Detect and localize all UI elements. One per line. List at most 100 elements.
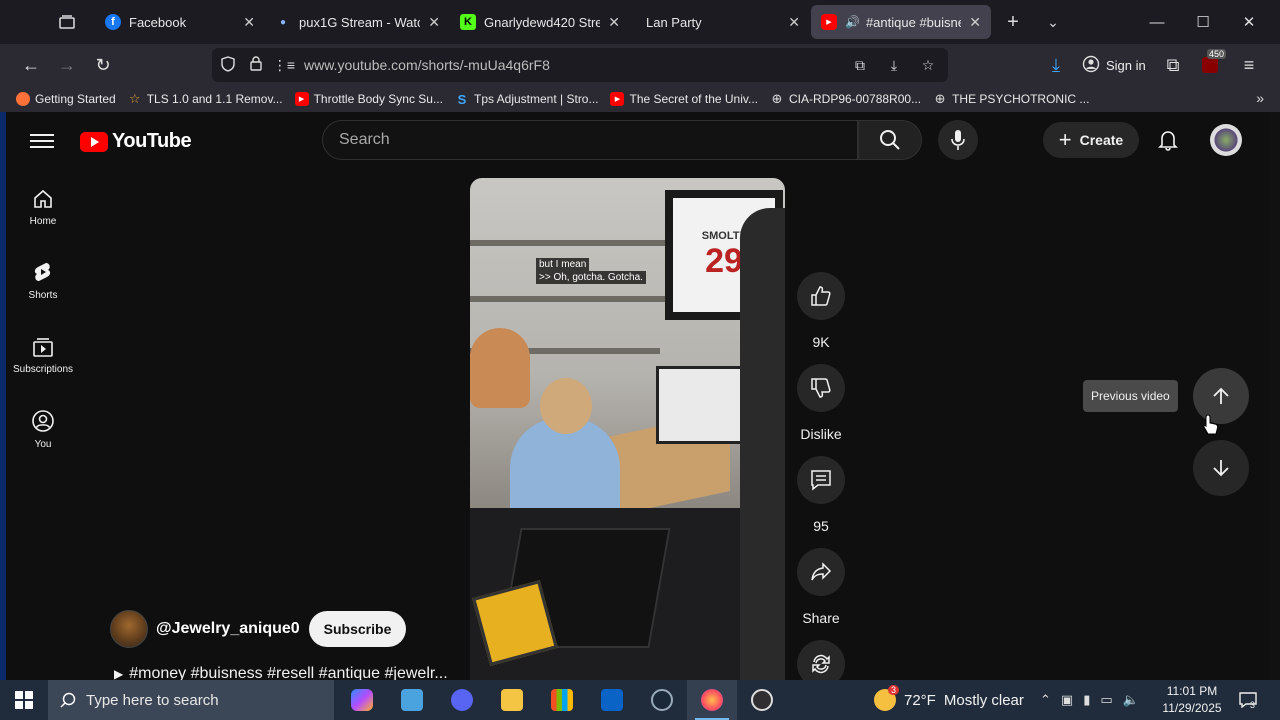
bookmark-star-icon[interactable]: ☆: [914, 57, 942, 74]
share-button[interactable]: [797, 548, 845, 596]
discord-app[interactable]: [437, 680, 487, 720]
youtube-play-icon: [80, 131, 108, 152]
microsoft-store-app[interactable]: [537, 680, 587, 720]
bookmark-label: Tps Adjustment | Stro...: [473, 92, 599, 106]
bookmark-psychotronic[interactable]: ⊕ THE PSYCHOTRONIC ...: [933, 91, 1090, 106]
bookmark-throttle-body[interactable]: ▶ Throttle Body Sync Su...: [294, 92, 443, 106]
save-to-pocket-icon[interactable]: ⤓: [880, 57, 908, 74]
sidebar-item-shorts[interactable]: Shorts: [0, 244, 86, 318]
taskbar-search-input[interactable]: Type here to search: [48, 680, 334, 720]
bookmark-cia-rdp[interactable]: ⊕ CIA-RDP96-00788R00...: [770, 91, 922, 106]
network-icon[interactable]: ▭: [1100, 692, 1112, 708]
search-input[interactable]: Search: [322, 120, 858, 160]
channel-avatar[interactable]: [110, 610, 148, 648]
voice-search-button[interactable]: [938, 120, 978, 160]
speaker-icon[interactable]: 🔊: [845, 15, 860, 29]
sidebar-item-subscriptions[interactable]: Subscriptions: [0, 318, 86, 392]
close-icon[interactable]: ✕: [243, 14, 255, 31]
like-button[interactable]: [797, 272, 845, 320]
copilot-app[interactable]: [337, 680, 387, 720]
permissions-icon[interactable]: ⋮≡: [270, 57, 298, 74]
sidebar-item-home[interactable]: Home: [0, 170, 86, 244]
windows-start-button[interactable]: [0, 680, 48, 720]
picture-in-picture-icon[interactable]: ⧉: [846, 57, 874, 74]
arrow-down-icon: [1213, 460, 1229, 477]
sidebar-item-you[interactable]: You: [0, 392, 86, 466]
lock-icon[interactable]: [242, 56, 270, 74]
outlook-app[interactable]: [587, 680, 637, 720]
bookmark-secret-universe[interactable]: ▶ The Secret of the Univ...: [610, 92, 758, 106]
comments-button[interactable]: [797, 456, 845, 504]
usb-icon[interactable]: ▮: [1083, 692, 1090, 708]
bookmark-tls[interactable]: ☆ TLS 1.0 and 1.1 Remov...: [128, 91, 283, 106]
firefox-app[interactable]: [687, 680, 737, 720]
next-video-button[interactable]: [1193, 440, 1249, 496]
back-button[interactable]: ←: [13, 47, 49, 83]
bookmarks-bar: Getting Started ☆ TLS 1.0 and 1.1 Remov.…: [0, 86, 1280, 112]
meet-now-icon[interactable]: ▣: [1061, 692, 1073, 708]
close-icon[interactable]: ✕: [969, 14, 981, 31]
new-tab-button[interactable]: +: [993, 11, 1033, 34]
chevron-down-icon[interactable]: ⌄: [1033, 14, 1073, 31]
system-clock[interactable]: 11:01 PM 11/29/2025: [1155, 683, 1229, 717]
bookmark-label: CIA-RDP96-00788R00...: [789, 92, 922, 106]
create-button[interactable]: + Create: [1043, 122, 1139, 158]
account-avatar[interactable]: [1210, 124, 1242, 156]
page-scrollbar[interactable]: [1270, 112, 1280, 680]
url-text[interactable]: www.youtube.com/shorts/-muUa4q6rF8: [304, 57, 550, 73]
dislike-button[interactable]: [797, 364, 845, 412]
search-button[interactable]: [858, 120, 922, 160]
notifications-bell-icon[interactable]: [1154, 126, 1182, 154]
channel-name[interactable]: @Jewelry_anique0: [156, 620, 300, 638]
close-icon[interactable]: ✕: [428, 14, 440, 31]
minimize-button[interactable]: —: [1134, 0, 1180, 44]
tab-stream-gnarlydewd[interactable]: K Gnarlydewd420 Stream ✕: [450, 5, 630, 39]
file-explorer-app[interactable]: [487, 680, 537, 720]
steam-app[interactable]: [637, 680, 687, 720]
bookmark-getting-started[interactable]: Getting Started: [16, 92, 116, 106]
weather-widget[interactable]: 3 72°F Mostly clear: [874, 680, 1024, 720]
extensions-icon[interactable]: ⧉: [1155, 47, 1191, 83]
close-icon[interactable]: ✕: [608, 14, 620, 31]
reload-button[interactable]: ↻: [85, 47, 121, 83]
play-triangle-icon: ▶: [114, 667, 124, 681]
tab-lan-party[interactable]: Lan Party ✕: [630, 5, 810, 39]
previous-video-button[interactable]: [1193, 368, 1249, 424]
tab-youtube-active[interactable]: ▶ 🔊 #antique #buisness ✕: [811, 5, 991, 39]
close-icon[interactable]: ✕: [788, 14, 800, 31]
youtube-logo[interactable]: YouTube: [80, 130, 192, 153]
steam-icon: [651, 689, 673, 711]
menu-icon[interactable]: ≡: [1231, 47, 1267, 83]
download-icon[interactable]: ⤓: [1038, 47, 1074, 83]
close-window-button[interactable]: ✕: [1226, 0, 1272, 44]
subscribe-button[interactable]: Subscribe: [308, 611, 407, 647]
tab-stream-pux1g[interactable]: ● pux1G Stream - Watch L ✕: [265, 5, 450, 39]
chevron-right-double-icon[interactable]: »: [1256, 90, 1264, 106]
sign-in-button[interactable]: Sign in: [1082, 52, 1146, 78]
bookmark-tps-adjustment[interactable]: S Tps Adjustment | Stro...: [455, 92, 599, 107]
task-view-app[interactable]: [387, 680, 437, 720]
maximize-button[interactable]: ☐: [1180, 0, 1226, 44]
tab-title: Lan Party: [646, 14, 702, 30]
comment-icon: [811, 470, 831, 491]
mini-guide-sidebar: Home Shorts Subscriptions You: [0, 170, 86, 466]
shorts-video-player[interactable]: SMOLTZ 29 but I mean >> Oh, gotcha. Gotc…: [470, 178, 785, 680]
notification-center-icon[interactable]: 3: [1236, 688, 1260, 712]
chevron-up-icon[interactable]: ⌃: [1040, 692, 1051, 708]
tab-facebook[interactable]: f Facebook ✕: [95, 5, 265, 39]
star-icon: ☆: [128, 91, 141, 106]
shield-icon[interactable]: [214, 55, 242, 75]
previous-video-tooltip: Previous video: [1083, 380, 1178, 412]
obs-icon: [751, 689, 773, 711]
obs-app[interactable]: [737, 680, 787, 720]
tab-overview-icon[interactable]: [45, 0, 89, 44]
volume-icon[interactable]: 🔈: [1123, 692, 1139, 708]
address-bar[interactable]: ⋮≡ www.youtube.com/shorts/-muUa4q6rF8 ⧉ …: [212, 48, 948, 82]
forward-button[interactable]: →: [49, 47, 85, 83]
video-shelf: [470, 296, 670, 302]
weather-desc: Mostly clear: [943, 691, 1024, 709]
youtube-header: YouTube Search + Create: [0, 112, 1270, 170]
guide-menu-icon[interactable]: [30, 130, 54, 150]
ublock-icon[interactable]: 450: [1192, 47, 1228, 83]
share-label: Share: [802, 610, 840, 626]
